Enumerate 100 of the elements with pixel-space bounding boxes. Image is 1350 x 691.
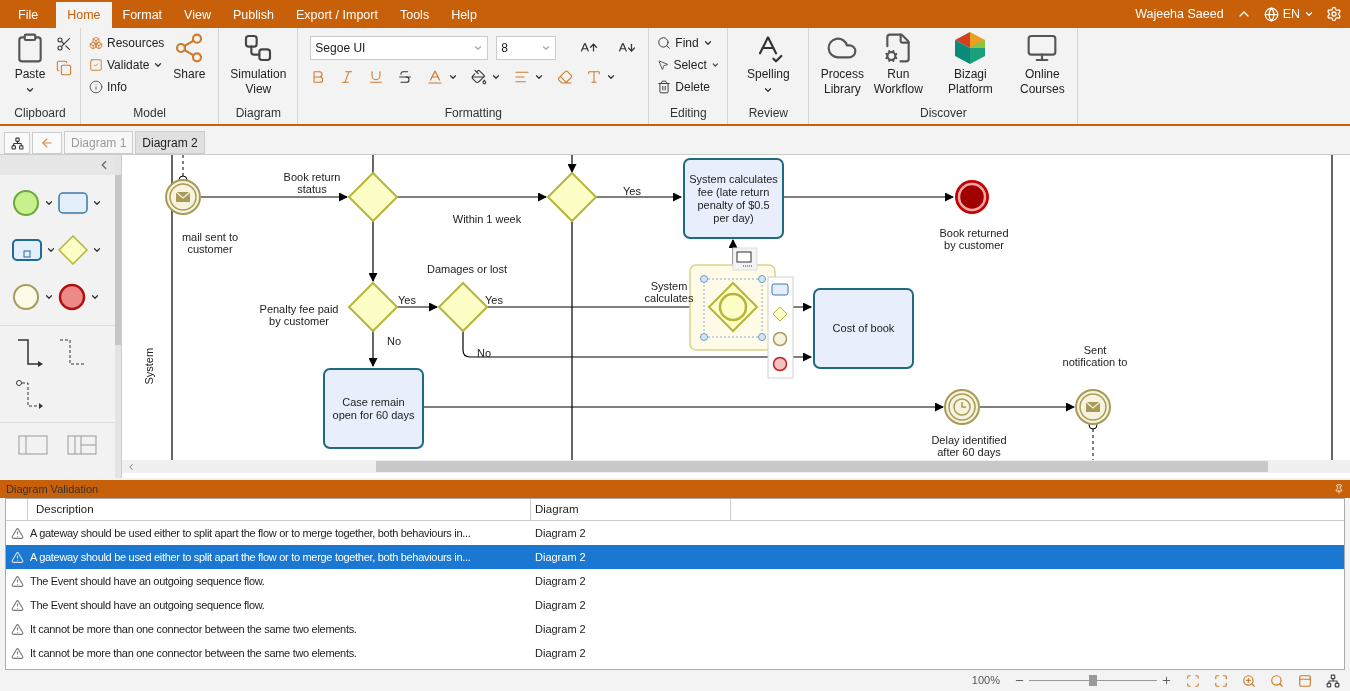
caret-icon[interactable] [91, 198, 102, 208]
gateway-icon[interactable] [772, 306, 788, 322]
column-header[interactable]: Description [28, 499, 531, 520]
dashed-connector-icon[interactable] [57, 338, 86, 368]
search-icon[interactable] [1270, 673, 1284, 688]
ribbon-button[interactable]: Validate [89, 54, 165, 76]
caret-icon[interactable] [534, 72, 545, 82]
menu-tab[interactable]: Publish [221, 2, 285, 28]
caret-icon[interactable] [25, 85, 35, 95]
ribbon-button[interactable]: Online Courses [1015, 28, 1070, 104]
pool-icon[interactable] [67, 435, 98, 455]
menu-tab[interactable]: File [0, 2, 57, 28]
table-cell-text: Diagram 2 [534, 645, 587, 661]
language-button[interactable]: EN [1263, 4, 1314, 24]
ribbon-button[interactable]: Select [657, 54, 720, 76]
zoom-in-icon[interactable] [1161, 675, 1172, 686]
message-event[interactable] [165, 179, 201, 215]
menu-tab[interactable]: Export / Import [284, 2, 389, 28]
task[interactable]: Case remain open for 60 days [323, 368, 424, 449]
diagram-icon[interactable] [1326, 673, 1340, 688]
table-row[interactable]: It cannot be more than one connector between the same two elements. Diagram 2 [6, 641, 1344, 665]
pin-icon[interactable] [1334, 484, 1344, 494]
panel-title: Diagram Validation [6, 481, 99, 497]
caret-icon[interactable] [606, 72, 617, 82]
caret-icon[interactable] [46, 245, 56, 255]
menu-tab[interactable]: Tools [388, 2, 441, 28]
warning-icon [10, 598, 24, 612]
ribbon-button[interactable]: Resources [89, 32, 165, 54]
menu-tab[interactable]: Help [440, 2, 488, 28]
gateway[interactable] [347, 281, 399, 333]
scroll-left-icon[interactable] [126, 461, 136, 472]
subprocess-icon[interactable] [12, 239, 42, 261]
ribbon-button[interactable]: Paste [8, 28, 52, 104]
ribbon-button[interactable]: Info [89, 76, 165, 98]
ribbon-button[interactable]: Spelling [736, 28, 801, 104]
menu-tab[interactable]: Home [56, 2, 112, 28]
table-row[interactable]: The Event should have an outgoing sequence flow. Diagram 2 [6, 593, 1344, 617]
caret-icon[interactable] [153, 60, 164, 70]
caret-icon[interactable] [702, 38, 713, 48]
element-tool-icon[interactable] [732, 247, 758, 271]
ribbon-button[interactable]: Delete [657, 76, 720, 98]
ribbon-button[interactable]: Bizagi Platform [929, 28, 1012, 104]
user-name[interactable]: Wajeeha Saeed [1135, 4, 1224, 24]
table-row[interactable]: A gateway should be used either to split apart the flow or to merge together, both behaviours in... Diagram 2 [6, 521, 1344, 545]
caret-icon[interactable] [491, 72, 502, 82]
font-field[interactable]: Segoe UI [310, 36, 489, 60]
fit-icon[interactable] [1186, 673, 1200, 688]
zoom-slider-thumb[interactable] [1089, 675, 1097, 686]
end-event[interactable] [955, 180, 989, 214]
copy-icon [56, 60, 72, 76]
caret-icon[interactable] [710, 60, 720, 70]
association-icon[interactable] [16, 380, 44, 410]
scrollbar[interactable] [376, 461, 1268, 472]
timer-event[interactable] [944, 389, 980, 425]
gateway[interactable] [546, 171, 598, 223]
diagram-tab[interactable]: Diagram 2 [135, 131, 205, 154]
task[interactable]: Cost of book [813, 288, 914, 369]
event-icon[interactable] [772, 331, 788, 347]
table-row[interactable]: The Event should have an outgoing sequence flow. Diagram 2 [6, 569, 1344, 593]
panel-icon[interactable] [1298, 673, 1312, 688]
task-icon[interactable] [771, 283, 789, 296]
group-title: Review [747, 105, 790, 122]
diagram-map-button[interactable] [4, 132, 30, 154]
sequence-flow [396, 302, 438, 312]
caret-icon[interactable] [763, 85, 774, 95]
ribbon-button[interactable]: Find [657, 32, 720, 54]
settings-icon[interactable] [1326, 6, 1342, 22]
message-event[interactable] [1075, 389, 1111, 425]
flow-label: Damages or lost [425, 263, 509, 275]
ribbon-button[interactable]: Process Library [817, 28, 868, 104]
gateway[interactable] [707, 281, 759, 333]
expand-icon[interactable] [1214, 673, 1228, 688]
menu-tab[interactable]: View [173, 2, 222, 28]
ribbon-button[interactable]: Run Workflow [871, 28, 926, 104]
task[interactable]: System calculates fee (late return penalty of $0.5 per day) [683, 158, 784, 239]
caret-icon[interactable] [89, 292, 100, 302]
caret-icon[interactable] [91, 245, 102, 255]
connector-icon[interactable] [16, 338, 44, 368]
caret-icon[interactable] [44, 198, 54, 208]
caret-icon[interactable] [44, 292, 54, 302]
menu-tab[interactable]: Format [111, 2, 174, 28]
lane-icon[interactable] [17, 435, 48, 455]
gateway[interactable] [347, 171, 399, 223]
caret-icon[interactable] [448, 72, 459, 82]
scrollbar[interactable] [115, 155, 121, 478]
globe-icon [1263, 6, 1279, 22]
ribbon-button[interactable]: Share [168, 28, 211, 104]
table-row[interactable]: A gateway should be used either to split apart the flow or to merge together, both behaviours in... Diagram 2 [6, 545, 1344, 569]
table-row[interactable]: It cannot be more than one connector between the same two elements. Diagram 2 [6, 617, 1344, 641]
font-size-field[interactable]: 8 [496, 36, 557, 60]
zoom-icon[interactable] [1242, 673, 1256, 688]
table-cell-text: Diagram 2 [534, 525, 587, 541]
selection-handles[interactable] [700, 275, 766, 341]
group-title: Discover [919, 105, 968, 122]
ribbon-button[interactable]: Simulation View [227, 28, 290, 104]
column-header[interactable]: Diagram [531, 499, 731, 520]
text-color-icon [586, 69, 603, 85]
start-event-icon[interactable] [12, 189, 40, 217]
end-event-icon[interactable] [57, 283, 86, 311]
end-event-icon[interactable] [772, 356, 788, 372]
